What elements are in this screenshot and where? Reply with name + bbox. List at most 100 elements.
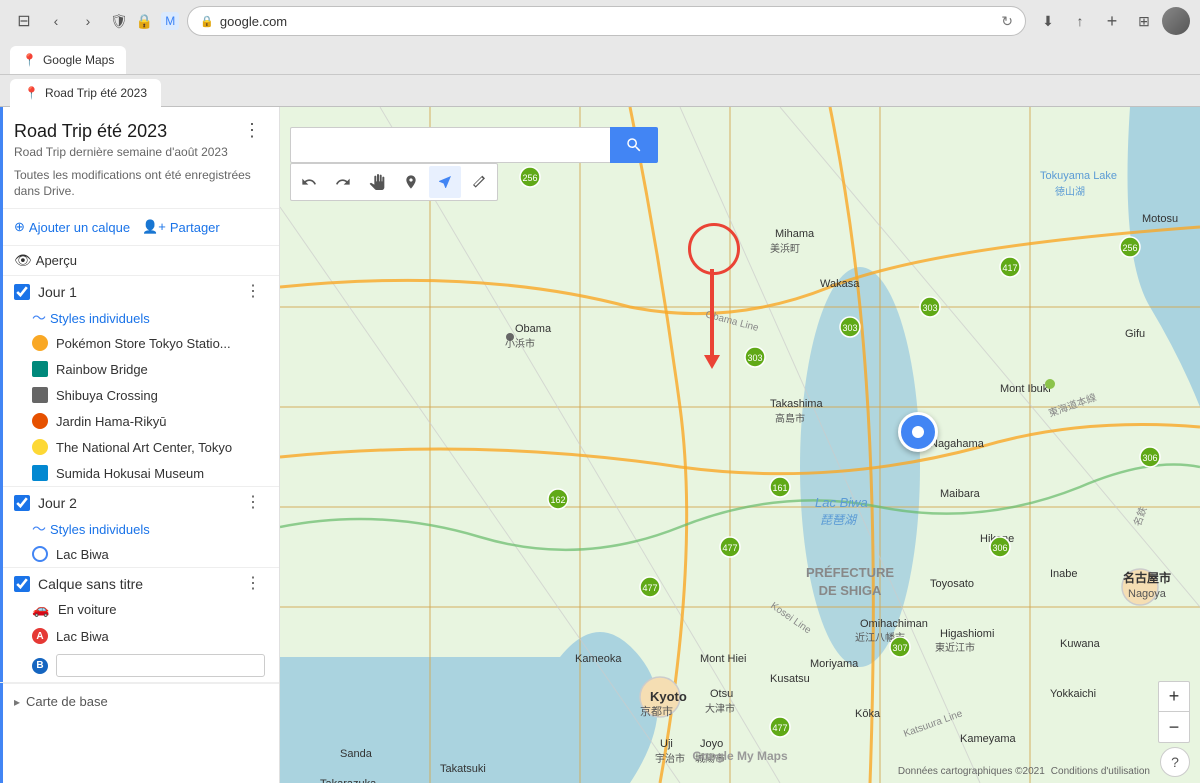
svg-text:Mont Ibuki: Mont Ibuki bbox=[1000, 383, 1051, 395]
conditions-link[interactable]: Conditions d'utilisation bbox=[1051, 766, 1150, 777]
share-browser-icon[interactable]: ↑ bbox=[1066, 7, 1094, 35]
forward-btn[interactable]: › bbox=[74, 7, 102, 35]
place-rainbow[interactable]: Rainbow Bridge bbox=[0, 356, 279, 382]
jour1-checkbox[interactable] bbox=[14, 284, 30, 300]
svg-text:Moriyama: Moriyama bbox=[810, 658, 859, 670]
place-shibuya[interactable]: Shibuya Crossing bbox=[0, 382, 279, 408]
layer-calque-title-group: Calque sans titre bbox=[14, 576, 143, 592]
svg-text:小浜市: 小浜市 bbox=[505, 337, 535, 350]
add-layer-btn[interactable]: ⊕ Ajouter un calque bbox=[14, 219, 130, 235]
map-search-btn[interactable] bbox=[610, 127, 658, 163]
lacbiwa2-label: Lac Biwa bbox=[56, 629, 109, 644]
jour2-checkbox[interactable] bbox=[14, 495, 30, 511]
new-tab-btn[interactable]: + bbox=[1098, 7, 1126, 35]
svg-text:Otsu: Otsu bbox=[710, 688, 733, 700]
svg-text:Takarazuka: Takarazuka bbox=[320, 778, 377, 783]
place-voiture[interactable]: 🚗 En voiture bbox=[0, 596, 279, 623]
preview-label: Aperçu bbox=[36, 253, 77, 268]
hama-label: Jardin Hama-Rikyū bbox=[56, 414, 167, 429]
map-location-pin[interactable] bbox=[898, 412, 938, 452]
privacy-icons: 🛡 🔒 M bbox=[110, 12, 179, 30]
svg-text:306: 306 bbox=[992, 543, 1007, 553]
base-map-toggle[interactable]: ▸ Carte de base bbox=[14, 694, 265, 709]
credits-text: Données cartographiques ©2021 bbox=[898, 766, 1045, 777]
jour1-title: Jour 1 bbox=[38, 284, 77, 300]
shibuya-label: Shibuya Crossing bbox=[56, 388, 158, 403]
avatar[interactable] bbox=[1162, 7, 1190, 35]
layer-jour2-header: Jour 2 ⋮ bbox=[0, 487, 279, 515]
layer-jour2-title-group: Jour 2 bbox=[14, 495, 77, 511]
marker-tool-btn[interactable] bbox=[395, 166, 427, 198]
B-icon: B bbox=[32, 658, 48, 674]
map-area[interactable]: Obama 小浜市 Mihama 美浜町 Wakasa Takashima 高島… bbox=[280, 107, 1200, 783]
tab-roadtrip[interactable]: 📍 Road Trip été 2023 bbox=[10, 79, 161, 107]
sumida-label: Sumida Hokusai Museum bbox=[56, 466, 204, 481]
address-text: google.com bbox=[220, 14, 995, 29]
place-lacbiwa2[interactable]: A Lac Biwa bbox=[0, 623, 279, 649]
sidebar-title-row: Road Trip été 2023 Road Trip dernière se… bbox=[14, 121, 265, 159]
sumida-icon bbox=[32, 465, 48, 481]
add-layer-label: Ajouter un calque bbox=[29, 220, 130, 235]
place-dest-b[interactable]: B bbox=[0, 649, 279, 682]
calque-checkbox[interactable] bbox=[14, 576, 30, 592]
zoom-in-btn[interactable]: + bbox=[1159, 682, 1189, 712]
map-tools-bar bbox=[290, 163, 498, 201]
share-label: Partager bbox=[170, 220, 220, 235]
preview-btn[interactable]: 👁 Aperçu bbox=[0, 246, 279, 276]
browser-actions: ⬇ ↑ + ⊞ bbox=[1034, 7, 1190, 35]
svg-text:Gifu: Gifu bbox=[1125, 328, 1145, 340]
hand-tool-btn[interactable] bbox=[361, 166, 393, 198]
svg-text:美浜町: 美浜町 bbox=[770, 242, 800, 255]
jour1-styles-btn[interactable]: 〜 Styles individuels bbox=[0, 304, 164, 330]
jour2-menu-btn[interactable]: ⋮ bbox=[241, 495, 265, 511]
sidebar-title: Road Trip été 2023 bbox=[14, 121, 228, 143]
route-tool-btn[interactable] bbox=[429, 166, 461, 198]
svg-text:Maibara: Maibara bbox=[940, 488, 981, 500]
address-bar[interactable]: 🔒 google.com ↻ bbox=[187, 6, 1026, 36]
shibuya-icon bbox=[32, 387, 48, 403]
redo-tool-btn[interactable] bbox=[327, 166, 359, 198]
help-btn[interactable]: ? bbox=[1160, 747, 1190, 777]
reload-icon[interactable]: ↻ bbox=[1001, 13, 1013, 30]
grid-view-btn[interactable]: ⊞ bbox=[1130, 7, 1158, 35]
measure-tool-btn[interactable] bbox=[463, 166, 495, 198]
svg-text:Takashima: Takashima bbox=[770, 398, 823, 410]
svg-text:303: 303 bbox=[842, 323, 857, 333]
lock-icon: 🔒 bbox=[200, 15, 214, 28]
place-sumida[interactable]: Sumida Hokusai Museum bbox=[0, 460, 279, 486]
svg-text:303: 303 bbox=[922, 303, 937, 313]
map-search-input[interactable] bbox=[290, 127, 610, 163]
layer-jour1-title-group: Jour 1 bbox=[14, 284, 77, 300]
svg-text:Kyoto: Kyoto bbox=[650, 689, 687, 704]
sidebar-menu-btn[interactable]: ⋮ bbox=[239, 121, 265, 139]
undo-tool-btn[interactable] bbox=[293, 166, 325, 198]
place-pokemon[interactable]: Pokémon Store Tokyo Statio... bbox=[0, 330, 279, 356]
place-hama[interactable]: Jardin Hama-Rikyū bbox=[0, 408, 279, 434]
back-btn[interactable]: ‹ bbox=[42, 7, 70, 35]
hama-icon bbox=[32, 413, 48, 429]
calque-menu-btn[interactable]: ⋮ bbox=[241, 576, 265, 592]
destination-b-input[interactable] bbox=[56, 654, 265, 677]
tab-googlemaps[interactable]: 📍 Google Maps bbox=[10, 46, 126, 74]
zoom-out-btn[interactable]: − bbox=[1159, 712, 1189, 742]
lacbiwa-label: Lac Biwa bbox=[56, 547, 109, 562]
place-nac[interactable]: The National Art Center, Tokyo bbox=[0, 434, 279, 460]
svg-text:東近江市: 東近江市 bbox=[935, 641, 975, 654]
download-icon[interactable]: ⬇ bbox=[1034, 7, 1062, 35]
svg-text:477: 477 bbox=[642, 583, 657, 593]
svg-text:Kameoka: Kameoka bbox=[575, 653, 622, 665]
sidebar-toggle-btn[interactable]: ⊟ bbox=[10, 7, 38, 35]
share-btn[interactable]: 👤+ Partager bbox=[142, 219, 220, 235]
sidebar-subtitle: Road Trip dernière semaine d'août 2023 bbox=[14, 145, 228, 159]
sidebar: Road Trip été 2023 Road Trip dernière se… bbox=[0, 107, 280, 783]
rainbow-icon bbox=[32, 361, 48, 377]
main-content: Road Trip été 2023 Road Trip dernière se… bbox=[0, 107, 1200, 783]
place-lacbiwa[interactable]: Lac Biwa bbox=[0, 541, 279, 567]
browser-chrome: ⊟ ‹ › 🛡 🔒 M 🔒 google.com ↻ ⬇ ↑ + ⊞ bbox=[0, 0, 1200, 107]
svg-text:Kameyama: Kameyama bbox=[960, 733, 1017, 745]
jour1-menu-btn[interactable]: ⋮ bbox=[241, 284, 265, 300]
layer-jour1: Jour 1 ⋮ 〜 Styles individuels Pokémon St… bbox=[0, 276, 279, 487]
nac-label: The National Art Center, Tokyo bbox=[56, 440, 232, 455]
jour2-styles-btn[interactable]: 〜 Styles individuels bbox=[0, 515, 164, 541]
svg-text:303: 303 bbox=[747, 353, 762, 363]
